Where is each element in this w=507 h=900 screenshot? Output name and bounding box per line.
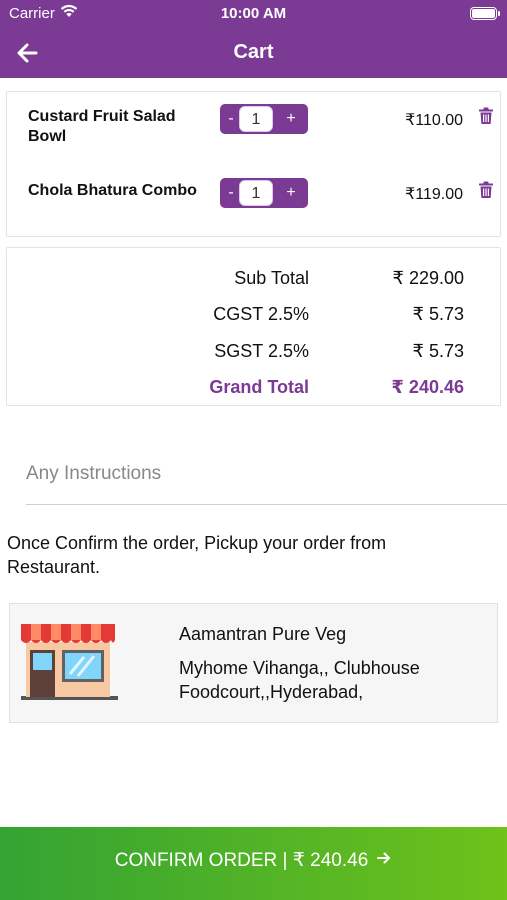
summary-value: ₹ 5.73 [412,341,465,361]
grand-total-label: Grand Total [209,377,309,397]
summary-row: CGST 2.5% ₹ 5.73 [7,304,502,330]
item-name: Custard Fruit Salad Bowl [28,108,176,145]
cart-item: Chola Bhatura Combo - 1 + ₹119.00 [7,178,502,247]
summary-label: SGST 2.5% [214,341,309,361]
trash-icon[interactable] [478,107,494,125]
item-name: Chola Bhatura Combo [28,182,197,199]
confirm-order-label: CONFIRM ORDER | ₹ 240.46 [114,850,369,871]
storefront-icon [18,620,118,702]
grand-total-value: ₹ 240.46 [391,377,464,397]
status-time: 10:00 AM [220,5,287,22]
restaurant-name: Aamantran Pure Veg [179,624,347,644]
quantity-stepper: - 1 + [220,178,308,208]
quantity-value[interactable]: 1 [239,180,273,206]
quantity-stepper: - 1 + [220,104,308,134]
battery-icon [470,7,500,20]
confirm-order-content: CONFIRM ORDER | ₹ 240.46 [0,849,507,872]
nav-bar: Cart [0,28,507,78]
instructions-input[interactable] [26,440,507,505]
cart-item: Custard Fruit Salad Bowl - 1 + ₹110.00 [7,104,502,173]
status-bar: Carrier 10:00 AM [0,0,507,28]
increase-quantity-button[interactable]: + [277,104,305,134]
bill-summary-card: Sub Total ₹ 229.00 CGST 2.5% ₹ 5.73 SGST… [6,247,501,406]
summary-value: ₹ 5.73 [412,304,465,324]
item-price: ₹110.00 [405,112,463,129]
restaurant-card: Aamantran Pure Veg Myhome Vihanga,, Club… [9,603,498,723]
cart-items-card: Custard Fruit Salad Bowl - 1 + ₹110.00 C… [6,91,501,237]
summary-row: SGST 2.5% ₹ 5.73 [7,341,502,367]
grand-total-row: Grand Total ₹ 240.46 [7,377,502,403]
page-title: Cart [233,41,274,63]
confirm-order-button[interactable]: CONFIRM ORDER | ₹ 240.46 [0,827,507,900]
summary-row: Sub Total ₹ 229.00 [7,268,502,294]
trash-icon[interactable] [478,181,494,199]
summary-label: CGST 2.5% [213,304,309,324]
summary-value: ₹ 229.00 [392,268,464,288]
quantity-value[interactable]: 1 [239,106,273,132]
arrow-right-icon [376,850,392,872]
pickup-note: Once Confirm the order, Pickup your orde… [7,533,387,577]
increase-quantity-button[interactable]: + [277,178,305,208]
summary-label: Sub Total [234,268,309,288]
restaurant-address: Myhome Vihanga,, Clubhouse Foodcourt,,Hy… [179,658,420,702]
item-price: ₹119.00 [405,186,463,203]
